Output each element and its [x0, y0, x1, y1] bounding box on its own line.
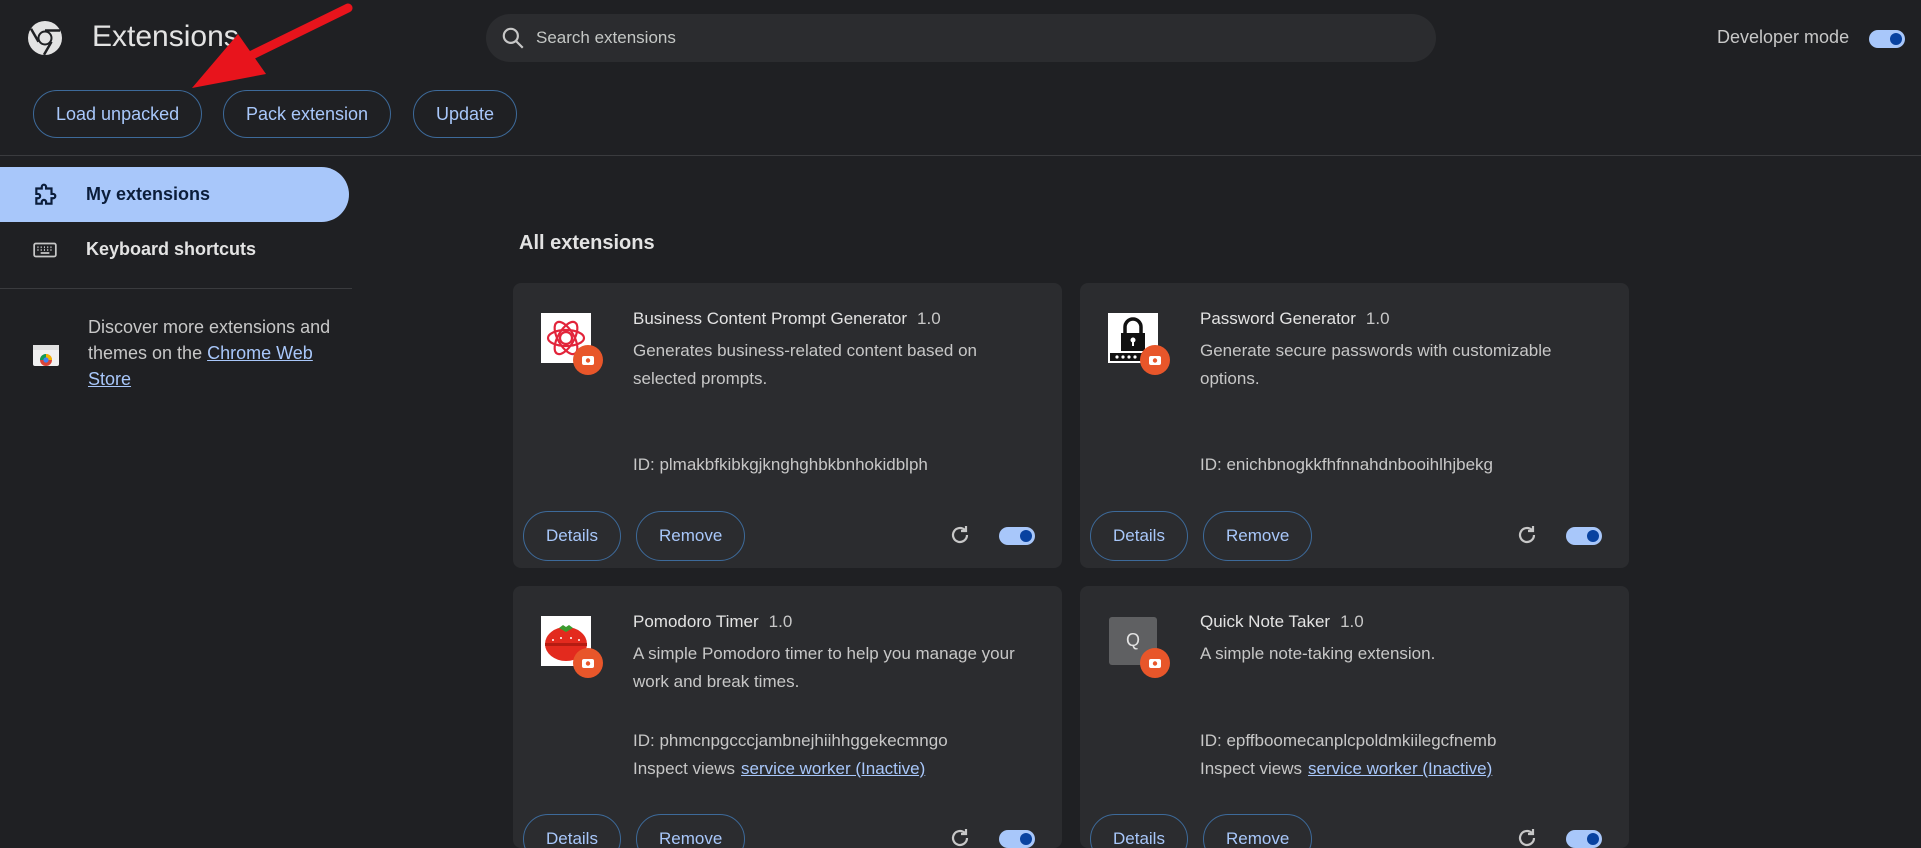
reload-icon[interactable]: [1515, 826, 1539, 848]
load-unpacked-button[interactable]: Load unpacked: [33, 90, 203, 138]
reload-icon[interactable]: [948, 826, 972, 848]
remove-button[interactable]: Remove: [1203, 814, 1313, 848]
details-button[interactable]: Details: [1090, 814, 1188, 848]
extension-card-pomodoro-timer: Pomodoro Timer 1.0 A simple Pomodoro time…: [513, 586, 1062, 848]
extension-icon: [1108, 313, 1170, 375]
details-button[interactable]: Details: [1090, 511, 1188, 561]
remove-button[interactable]: Remove: [1203, 511, 1313, 561]
pack-extension-button[interactable]: Pack extension: [223, 90, 392, 138]
developer-mode-toggle[interactable]: [1869, 30, 1905, 48]
extension-id: ID: phmcnpgcccjambnejhiihhggekecmngo: [633, 731, 948, 750]
extension-id: ID: epffboomecanplcpoldmkiilegcfnemb: [1200, 731, 1497, 750]
extension-icon: Q: [1108, 616, 1170, 678]
extension-description: Generates business-related content based…: [633, 341, 978, 388]
developer-badge-icon: [1140, 648, 1170, 678]
search-icon: [502, 27, 524, 49]
extension-id: ID: plmakbfkibkgjknghghbkbnhokidblph: [633, 455, 928, 474]
service-worker-link[interactable]: service worker (Inactive): [741, 759, 925, 778]
details-button[interactable]: Details: [523, 511, 621, 561]
extension-description: A simple note-taking extension.: [1200, 644, 1436, 663]
extension-enable-toggle[interactable]: [999, 527, 1035, 545]
annotation-arrow-icon: [192, 3, 353, 88]
puzzle-icon: [35, 183, 57, 205]
remove-button[interactable]: Remove: [636, 511, 746, 561]
details-button[interactable]: Details: [523, 814, 621, 848]
header-divider: [0, 155, 1921, 156]
remove-button[interactable]: Remove: [636, 814, 746, 848]
chrome-web-store-icon: [33, 345, 59, 366]
reload-icon[interactable]: [1515, 523, 1539, 547]
extension-id: ID: enichbnogkkfhfnnahdnbooihlhjbekg: [1200, 455, 1494, 474]
sidebar-divider: [0, 288, 352, 289]
extension-card-quick-note-taker: Q Quick Note Taker 1.0 A simple note-taki…: [1080, 586, 1629, 848]
search-input[interactable]: [536, 28, 1396, 48]
developer-mode-label: Developer mode: [1717, 27, 1850, 47]
reload-icon[interactable]: [948, 523, 972, 547]
extension-name: Pomodoro Timer 1.0: [633, 612, 793, 631]
extension-enable-toggle[interactable]: [1566, 527, 1602, 545]
keyboard-icon: [33, 242, 57, 257]
extension-description: A simple Pomodoro timer to help you mana…: [633, 644, 1015, 691]
extension-name: Password Generator 1.0: [1200, 309, 1390, 328]
sidebar-item-label: My extensions: [86, 184, 211, 204]
sidebar-item-keyboard-shortcuts[interactable]: Keyboard shortcuts: [0, 222, 349, 277]
inspect-views: Inspect views service worker (Inactive): [633, 759, 926, 778]
extension-enable-toggle[interactable]: [999, 830, 1035, 848]
chrome-logo-icon: [28, 21, 62, 56]
extension-icon: [541, 616, 603, 678]
discover-more-text: Discover more extensions and themes on t…: [88, 314, 348, 392]
extension-icon: [541, 313, 603, 375]
developer-badge-icon: [1140, 345, 1170, 375]
update-button[interactable]: Update: [413, 90, 518, 138]
extension-name: Quick Note Taker 1.0: [1200, 612, 1364, 631]
extension-enable-toggle[interactable]: [1566, 830, 1602, 848]
extension-card-password-generator: Password Generator 1.0 Generate secure pa…: [1080, 283, 1629, 568]
inspect-views: Inspect views service worker (Inactive): [1200, 759, 1493, 778]
extension-card-business-content: Business Content Prompt Generator 1.0 Gen…: [513, 283, 1062, 568]
extension-description: Generate secure passwords with customiza…: [1200, 341, 1552, 388]
section-title: All extensions: [519, 232, 655, 254]
sidebar-item-label: Keyboard shortcuts: [86, 239, 257, 259]
developer-badge-icon: [573, 648, 603, 678]
developer-toolbar: Load unpacked Pack extension Update: [0, 90, 600, 140]
search-bar[interactable]: [486, 14, 1436, 62]
extension-name: Business Content Prompt Generator 1.0: [633, 309, 941, 328]
sidebar-item-my-extensions[interactable]: My extensions: [0, 167, 349, 222]
service-worker-link[interactable]: service worker (Inactive): [1308, 759, 1492, 778]
developer-badge-icon: [573, 345, 603, 375]
